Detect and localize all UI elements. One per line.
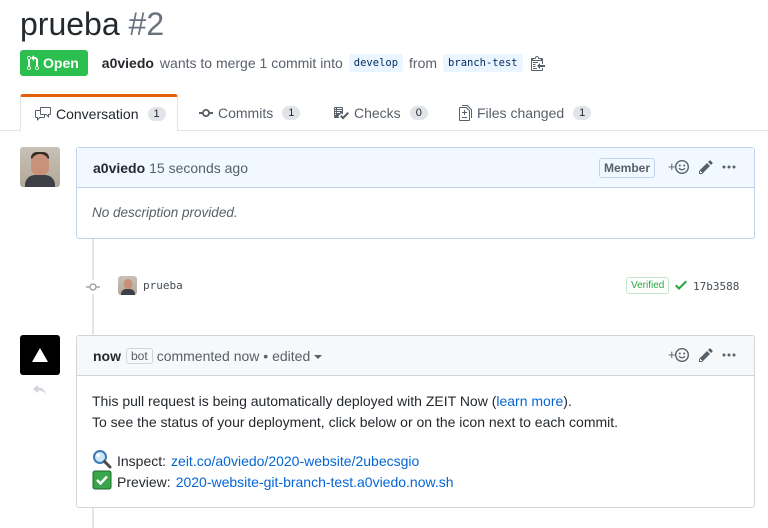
pencil-icon[interactable] xyxy=(699,347,713,366)
git-commit-icon xyxy=(86,280,100,294)
tab-commits-label: Commits xyxy=(218,104,274,121)
preview-link[interactable]: 2020-website-git-branch-test.a0viedo.now… xyxy=(176,472,454,493)
comment-discussion-icon xyxy=(35,107,51,121)
comment-author-link[interactable]: a0viedo xyxy=(93,160,145,176)
state-badge: Open xyxy=(20,50,88,76)
comment-body: This pull request is being automatically… xyxy=(77,376,754,509)
comment-header: now bot commented now • edited + xyxy=(77,336,754,376)
commit-row: prueba Verified 17b3588 xyxy=(86,274,746,300)
git-pull-request-icon xyxy=(27,55,39,71)
checkbox-icon xyxy=(92,470,112,496)
commit-message-link[interactable]: prueba xyxy=(143,279,183,292)
pr-title-text: prueba xyxy=(20,6,120,42)
comment-action[interactable]: commented now xyxy=(157,348,260,364)
kebab-horizontal-icon[interactable] xyxy=(722,159,736,178)
preview-line: Preview: 2020-website-git-branch-test.a0… xyxy=(92,470,739,496)
preview-label: Preview: xyxy=(117,474,171,490)
clipboard-icon[interactable] xyxy=(530,55,545,71)
edited-label: • edited xyxy=(263,347,311,364)
base-branch[interactable]: develop xyxy=(348,54,404,72)
commit-author-avatar[interactable] xyxy=(118,276,137,295)
inspect-label: Inspect: xyxy=(117,453,167,469)
tab-checks-count: 0 xyxy=(409,105,428,120)
tab-conversation[interactable]: Conversation 1 xyxy=(20,94,178,132)
pr-author-link[interactable]: a0viedo xyxy=(102,55,154,71)
comment-header: a0viedo 15 seconds ago Member + xyxy=(77,148,754,188)
deploy-text: This pull request is being automatically… xyxy=(92,393,497,409)
from-text: from xyxy=(409,55,438,71)
chevron-down-icon xyxy=(314,354,323,359)
reply-icon[interactable] xyxy=(32,382,48,399)
comment-actions: Member + xyxy=(598,148,736,188)
tab-checks[interactable]: Checks 0 xyxy=(333,94,428,131)
deploy-line-2: To see the status of your deployment, cl… xyxy=(92,414,619,430)
inspect-line: Inspect: zeit.co/a0viedo/2020-website/2u… xyxy=(92,449,739,472)
bot-avatar[interactable] xyxy=(20,335,60,375)
comment-author-link[interactable]: now xyxy=(93,348,121,364)
pr-number: #2 xyxy=(128,6,165,42)
member-badge: Member xyxy=(598,158,655,178)
deploy-line-1: This pull request is being automatically… xyxy=(92,391,739,412)
file-diff-icon xyxy=(459,104,472,121)
learn-more-link[interactable]: learn more xyxy=(496,393,563,409)
tab-checks-label: Checks xyxy=(354,104,401,121)
tab-files-changed-count: 1 xyxy=(573,105,592,120)
tab-conversation-label: Conversation xyxy=(56,106,139,122)
smiley-icon[interactable]: + xyxy=(668,347,690,366)
edited-dropdown[interactable]: • edited xyxy=(263,347,323,364)
tab-files-changed-label: Files changed xyxy=(477,104,565,121)
check-icon[interactable] xyxy=(674,277,688,296)
pr-tabs: Conversation 1 Commits 1 Checks 0 Files … xyxy=(0,94,768,132)
pr-meta: Open a0viedo wants to merge 1 commit int… xyxy=(20,50,545,76)
pencil-icon[interactable] xyxy=(699,159,713,178)
state-label: Open xyxy=(43,55,79,71)
comment-actions: + xyxy=(668,336,736,376)
deploy-text-end: ). xyxy=(563,393,572,409)
tab-conversation-count: 1 xyxy=(147,107,166,121)
pr-title: prueba #2 xyxy=(20,4,164,44)
avatar[interactable] xyxy=(20,147,60,187)
merge-text: wants to merge 1 commit into xyxy=(159,55,343,71)
commit-sha-link[interactable]: 17b3588 xyxy=(693,280,739,293)
smiley-icon[interactable]: + xyxy=(668,159,690,178)
tab-commits-count: 1 xyxy=(282,105,301,120)
tab-commits[interactable]: Commits 1 xyxy=(199,94,301,131)
tab-files-changed[interactable]: Files changed 1 xyxy=(459,94,592,131)
triangle-logo-icon xyxy=(32,348,48,362)
kebab-horizontal-icon[interactable] xyxy=(722,347,736,366)
checklist-icon xyxy=(334,106,349,119)
bot-badge: bot xyxy=(126,347,153,364)
comment-bot: now bot commented now • edited + This pu… xyxy=(76,335,755,508)
git-commit-icon xyxy=(199,108,213,117)
head-branch[interactable]: branch-test xyxy=(443,54,523,72)
verified-badge[interactable]: Verified xyxy=(626,277,670,294)
comment-body: No description provided. xyxy=(92,205,238,220)
comment-description: a0viedo 15 seconds ago Member + No descr… xyxy=(76,147,755,239)
svg-text:+: + xyxy=(668,159,676,174)
comment-timestamp[interactable]: 15 seconds ago xyxy=(149,160,248,176)
svg-text:+: + xyxy=(668,347,676,362)
inspect-link[interactable]: zeit.co/a0viedo/2020-website/2ubecsgio xyxy=(171,451,419,472)
